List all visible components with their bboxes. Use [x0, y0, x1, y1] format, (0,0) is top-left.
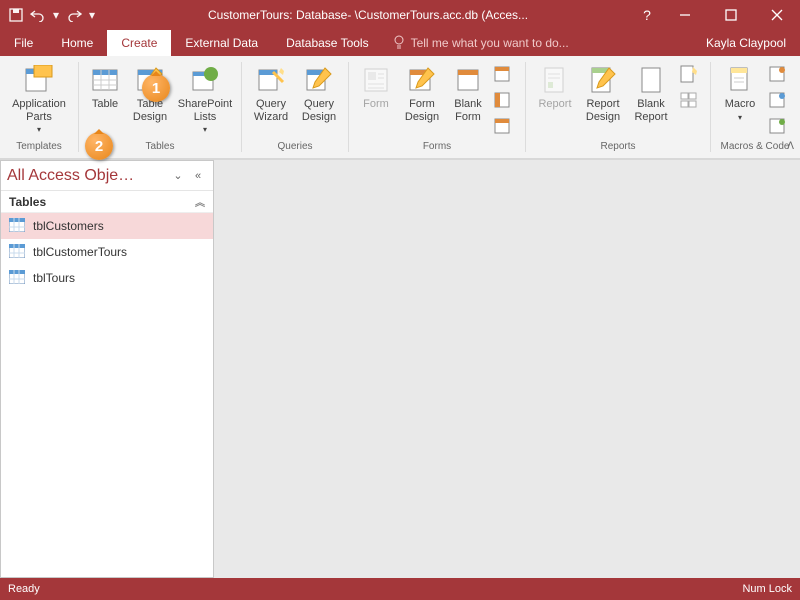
navigation-button[interactable] — [491, 88, 517, 112]
window-controls: ? — [632, 0, 800, 30]
sharepoint-icon — [189, 64, 221, 96]
query-design-button[interactable]: Query Design — [296, 60, 342, 138]
callout-2: 2 — [85, 132, 113, 160]
save-icon[interactable] — [8, 7, 24, 23]
dropdown-icon[interactable]: ▾ — [52, 7, 60, 23]
ribbon-tabs: File Home Create External Data Database … — [0, 30, 800, 56]
form-wizard-button[interactable] — [491, 62, 517, 86]
close-button[interactable] — [754, 0, 800, 30]
nav-filter-dropdown-icon[interactable]: ⌄ — [169, 167, 187, 185]
reports-more — [676, 60, 704, 112]
user-name[interactable]: Kayla Claypool — [692, 30, 800, 56]
sharepoint-lists-button[interactable]: SharePoint Lists▾ — [175, 60, 235, 138]
report-icon — [539, 64, 571, 96]
form-button[interactable]: Form — [355, 60, 397, 138]
nav-group-collapse-icon: ︽ — [195, 194, 205, 209]
group-forms: Form Form Design Blank Form Forms — [349, 56, 525, 158]
main-area: All Access Obje… ⌄ « Tables ︽ tblCustome… — [0, 160, 800, 578]
group-label: Tables — [146, 138, 175, 154]
table-icon — [9, 218, 25, 235]
status-left: Ready — [8, 583, 40, 595]
group-queries: Query Wizard Query Design Queries — [242, 56, 348, 158]
report-button[interactable]: Report — [532, 60, 578, 138]
window-title: CustomerTours: Database- \CustomerTours.… — [104, 8, 632, 22]
tell-me-placeholder: Tell me what you want to do... — [411, 36, 569, 50]
tab-home[interactable]: Home — [47, 30, 107, 56]
labels-button[interactable] — [676, 88, 702, 112]
dropdown-icon[interactable]: ▾ — [88, 7, 96, 23]
nav-header[interactable]: All Access Obje… ⌄ « — [1, 161, 213, 191]
blank-report-button[interactable]: Blank Report — [628, 60, 674, 138]
application-parts-icon — [23, 64, 55, 96]
module-button[interactable] — [765, 62, 791, 86]
nav-item-label: tblCustomers — [33, 219, 104, 233]
group-label: Forms — [423, 138, 451, 154]
group-label: Macros & Code — [721, 138, 790, 154]
maximize-button[interactable] — [708, 0, 754, 30]
undo-icon[interactable] — [30, 7, 46, 23]
group-reports: Report Report Design Blank Report Report… — [526, 56, 710, 158]
report-design-icon — [587, 64, 619, 96]
group-label: Queries — [277, 138, 312, 154]
macro-button[interactable]: Macro▾ — [717, 60, 763, 138]
forms-more — [491, 60, 519, 138]
workspace — [214, 160, 800, 578]
callout-1: 1 — [142, 74, 170, 102]
blank-form-icon — [452, 64, 484, 96]
nav-item-label: tblTours — [33, 271, 75, 285]
nav-header-title: All Access Obje… — [7, 167, 167, 185]
group-templates: Application Parts▾ Templates — [0, 56, 78, 158]
tell-me-search[interactable]: Tell me what you want to do... — [383, 30, 579, 56]
nav-collapse-icon[interactable]: « — [189, 167, 207, 185]
tab-external-data[interactable]: External Data — [171, 30, 272, 56]
group-macros: Macro▾ Macros & Code — [711, 56, 799, 158]
nav-item-tblcustomers[interactable]: tblCustomers — [1, 213, 213, 239]
nav-item-tblcustomertours[interactable]: tblCustomerTours — [1, 239, 213, 265]
title-bar: ▾ ▾ CustomerTours: Database- \CustomerTo… — [0, 0, 800, 30]
application-parts-button[interactable]: Application Parts▾ — [6, 60, 72, 138]
tab-database-tools[interactable]: Database Tools — [272, 30, 383, 56]
nav-group-tables[interactable]: Tables ︽ — [1, 191, 213, 213]
query-wizard-icon — [255, 64, 287, 96]
minimize-button[interactable] — [662, 0, 708, 30]
class-module-button[interactable] — [765, 88, 791, 112]
macro-icon — [724, 64, 756, 96]
help-button[interactable]: ? — [632, 0, 662, 30]
tab-create[interactable]: Create — [107, 30, 171, 56]
nav-item-tbltours[interactable]: tblTours — [1, 265, 213, 291]
blank-form-button[interactable]: Blank Form — [447, 60, 489, 138]
code-more — [765, 60, 793, 138]
blank-report-icon — [635, 64, 667, 96]
status-numlock: Num Lock — [742, 583, 792, 595]
query-design-icon — [303, 64, 335, 96]
navigation-pane: All Access Obje… ⌄ « Tables ︽ tblCustome… — [0, 160, 214, 578]
form-design-button[interactable]: Form Design — [399, 60, 445, 138]
group-label: Templates — [16, 138, 62, 154]
table-icon — [89, 64, 121, 96]
table-icon — [9, 244, 25, 261]
collapse-ribbon-icon[interactable]: ᐱ — [787, 141, 794, 152]
group-label: Reports — [600, 138, 635, 154]
quick-access-toolbar: ▾ ▾ — [0, 7, 104, 23]
more-forms-button[interactable] — [491, 114, 517, 138]
redo-icon[interactable] — [66, 7, 82, 23]
visual-basic-button[interactable] — [765, 114, 791, 138]
report-wizard-button[interactable] — [676, 62, 702, 86]
table-button[interactable]: Table — [85, 60, 125, 138]
form-design-icon — [406, 64, 438, 96]
table-icon — [9, 270, 25, 287]
report-design-button[interactable]: Report Design — [580, 60, 626, 138]
query-wizard-button[interactable]: Query Wizard — [248, 60, 294, 138]
form-icon — [360, 64, 392, 96]
status-bar: Ready Num Lock — [0, 578, 800, 600]
ribbon: Application Parts▾ Templates Table Table… — [0, 56, 800, 160]
tab-file[interactable]: File — [0, 30, 47, 56]
lightbulb-icon — [393, 35, 405, 52]
nav-item-label: tblCustomerTours — [33, 245, 127, 259]
